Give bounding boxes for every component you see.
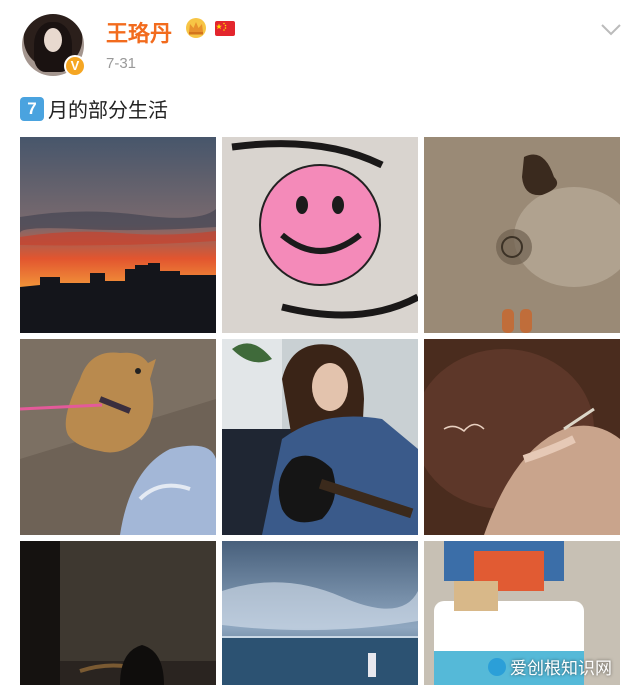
image-grid: 爱创根知识网 [20,137,620,685]
watermark-logo-icon [488,657,506,676]
watermark: 爱创根知识网 [488,654,612,679]
post-header: V 王珞丹 7-31 [0,0,640,90]
avatar-face [44,28,62,52]
verified-badge-icon: V [64,55,86,77]
post-text: 7 月的部分生活 [20,94,168,123]
shiba-dog-photo[interactable] [20,339,216,535]
watermark-text: 爱创根知识网 [510,659,612,679]
toy-bus-photo[interactable]: 爱创根知识网 [424,541,620,685]
dark-window-silhouette-photo[interactable] [20,541,216,685]
crown-icon [186,18,206,38]
sunset-skyline-photo[interactable] [20,137,216,333]
lake-clouds-photo[interactable] [222,541,418,685]
keycap-seven-icon: 7 [20,96,44,121]
post-text-content: 月的部分生活 [48,98,168,122]
smiley-sand-photo[interactable] [222,137,418,333]
china-flag-icon [215,21,235,36]
post-date: 7-31 [106,55,137,72]
writing-hand-photo[interactable] [424,339,620,535]
chevron-down-icon[interactable] [600,22,622,38]
guitar-woman-photo[interactable] [222,339,418,535]
shell-sand-photo[interactable] [424,137,620,333]
username[interactable]: 王珞丹 [106,16,172,48]
